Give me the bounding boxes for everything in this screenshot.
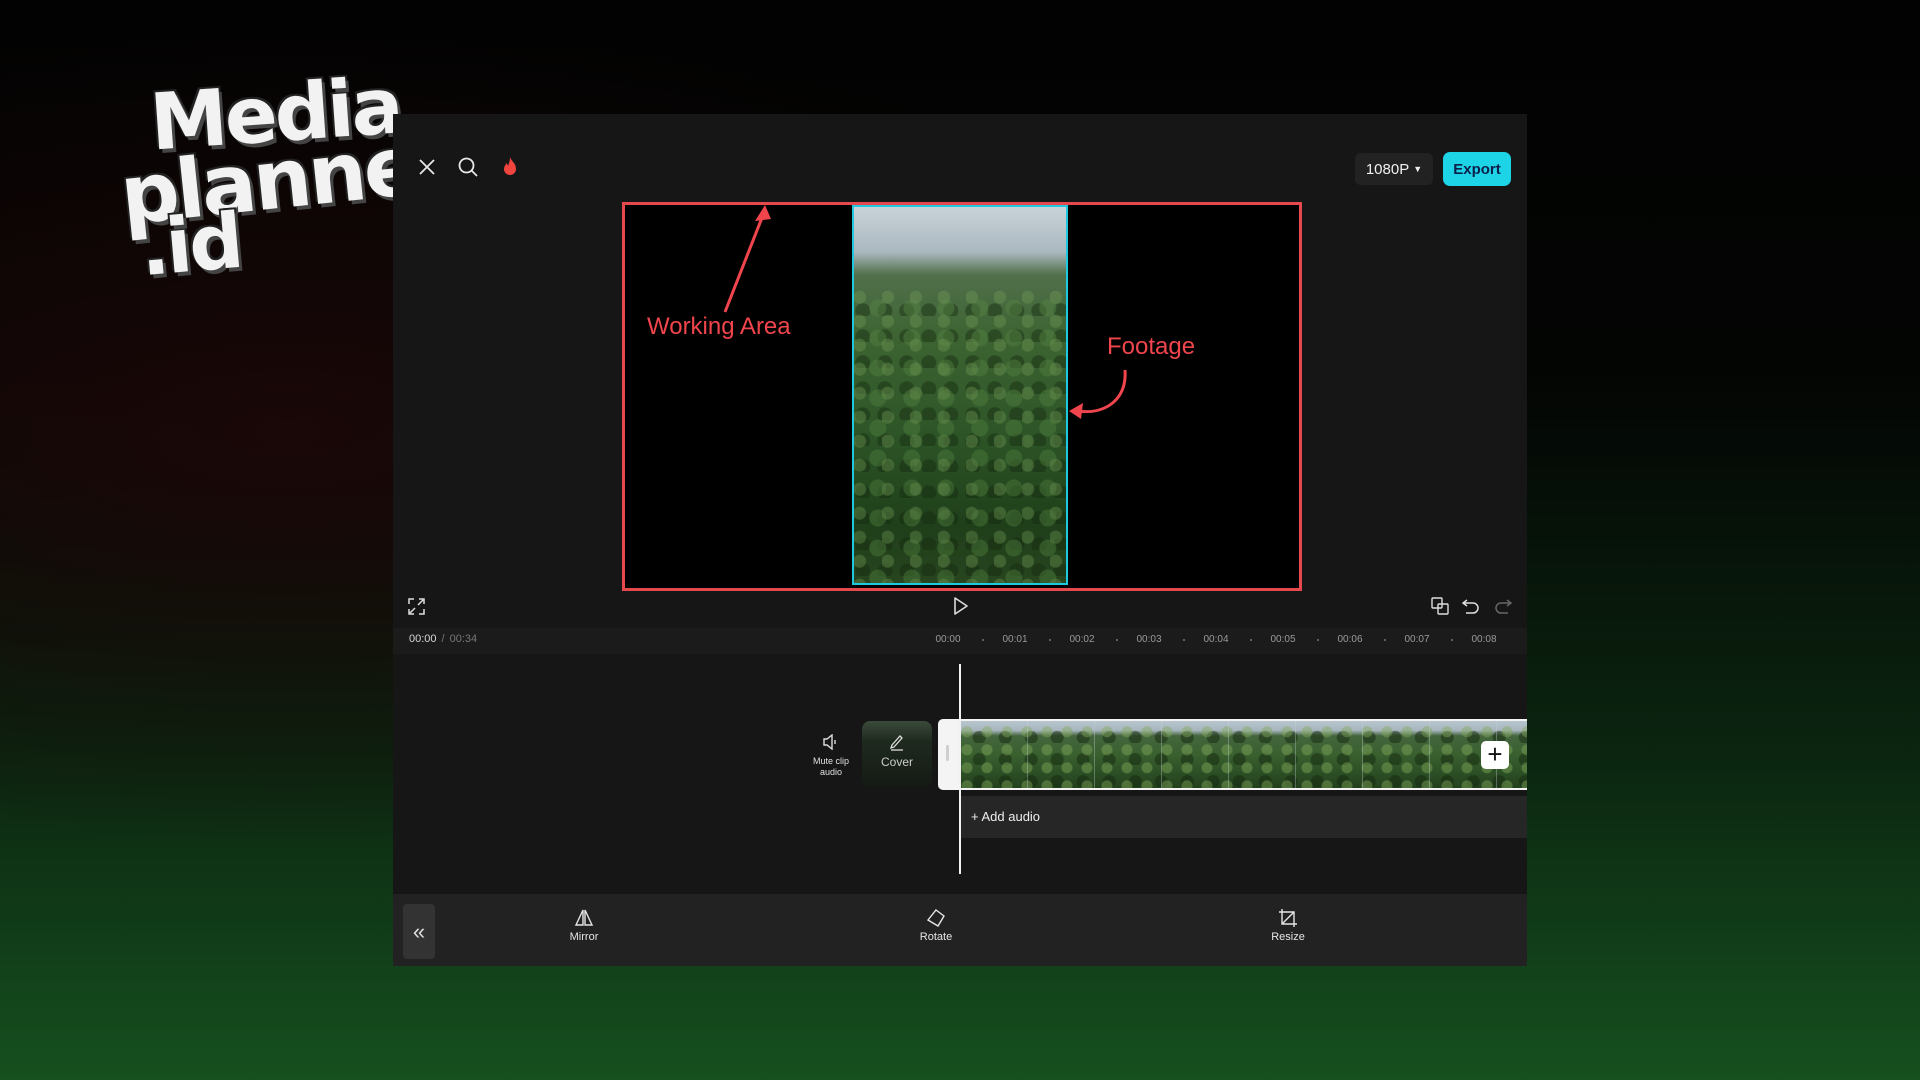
ruler-dot: [1182, 639, 1185, 641]
cover-label: Cover: [880, 755, 913, 769]
playhead[interactable]: [959, 664, 961, 874]
timeline-ruler[interactable]: 00:00 00:01 00:02 00:03 00:04 00:05 00:06 00:07…: [935, 634, 1528, 648]
mute-clip-audio-button[interactable]: Mute clip audio: [801, 734, 861, 778]
ruler-tick: 00:06: [1337, 634, 1363, 645]
export-button[interactable]: Export: [1443, 152, 1511, 186]
ruler-dot: [981, 639, 984, 641]
working-area-canvas: Working Area Footage: [622, 202, 1302, 591]
crop-icon: [1279, 909, 1297, 927]
ruler-dot: [1316, 639, 1319, 641]
overlay-icon[interactable]: [1430, 596, 1450, 616]
video-clip-track[interactable]: [961, 719, 1527, 790]
pencil-icon: [889, 735, 903, 751]
ruler-tick: 00:04: [1203, 634, 1229, 645]
resize-label: Resize: [1271, 931, 1305, 943]
mirror-button[interactable]: Mirror: [549, 908, 619, 943]
resolution-value: 1080P: [1365, 160, 1410, 178]
working-area-arrow: [723, 209, 767, 313]
close-icon[interactable]: [414, 154, 440, 180]
bottom-toolbar: « Mirror Rotate Resize: [393, 894, 1527, 966]
ruler-tick: 00:05: [1270, 634, 1296, 645]
search-icon[interactable]: [455, 154, 481, 180]
fullscreen-icon[interactable]: [406, 596, 426, 616]
ruler-tick: 00:03: [1136, 634, 1162, 645]
undo-icon[interactable]: [1461, 596, 1481, 616]
footage-arrow: [1076, 369, 1127, 414]
working-area-label: Working Area: [647, 313, 791, 340]
ruler-dot: [1115, 639, 1118, 641]
mirror-icon: [574, 909, 594, 926]
ruler-dot: [1249, 639, 1252, 641]
ruler-dot: [1383, 639, 1386, 641]
current-time: 00:00: [409, 633, 437, 645]
flame-icon[interactable]: [497, 154, 523, 180]
add-audio-button[interactable]: + Add audio: [971, 809, 1040, 824]
ruler-tick: 00:08: [1471, 634, 1497, 645]
clip-trim-handle[interactable]: [938, 719, 960, 790]
editor-window: 1080P ▼ Export Working Area Footage 00:0…: [393, 114, 1527, 966]
rotate-icon: [926, 909, 945, 927]
footage-label: Footage: [1107, 333, 1196, 360]
audio-track[interactable]: + Add audio: [961, 796, 1527, 838]
chevron-down-icon: ▼: [1413, 164, 1423, 174]
add-clip-button[interactable]: +: [1481, 741, 1509, 769]
rotate-button[interactable]: Rotate: [901, 908, 971, 943]
timecode-bar: 00:00/00:34 00:00 00:01 00:02 00:03 00:04 00:…: [393, 628, 1527, 654]
speaker-icon: [823, 734, 836, 750]
collapse-toolbar-button[interactable]: «: [403, 904, 435, 959]
resize-button[interactable]: Resize: [1253, 908, 1323, 943]
resolution-dropdown[interactable]: 1080P ▼: [1355, 153, 1433, 185]
ruler-tick: 00:01: [1002, 634, 1028, 645]
ruler-dot: [1048, 639, 1051, 641]
timecode: 00:00 / 00:34: [409, 633, 477, 645]
footage-clip-preview[interactable]: [852, 205, 1068, 585]
ruler-dot: [1450, 639, 1453, 641]
rotate-label: Rotate: [919, 931, 953, 943]
time-separator: /: [441, 633, 445, 645]
ruler-tick: 00:02: [1069, 634, 1095, 645]
play-icon[interactable]: [951, 595, 971, 617]
mute-label: Mute clip audio: [812, 756, 849, 777]
ruler-tick: 00:00: [935, 634, 961, 645]
redo-icon[interactable]: [1493, 596, 1513, 616]
mediaplanner-logo: Media planner .id: [116, 61, 458, 294]
cover-button[interactable]: Cover: [862, 721, 932, 787]
total-time: 00:34: [449, 633, 478, 645]
working-area-arrowhead: [755, 205, 771, 221]
double-chevron-left-icon: «: [412, 918, 426, 944]
mirror-label: Mirror: [569, 931, 599, 943]
ruler-tick: 00:07: [1404, 634, 1430, 645]
footage-arrowhead: [1069, 403, 1083, 419]
logo-line-3: .id: [136, 195, 245, 294]
